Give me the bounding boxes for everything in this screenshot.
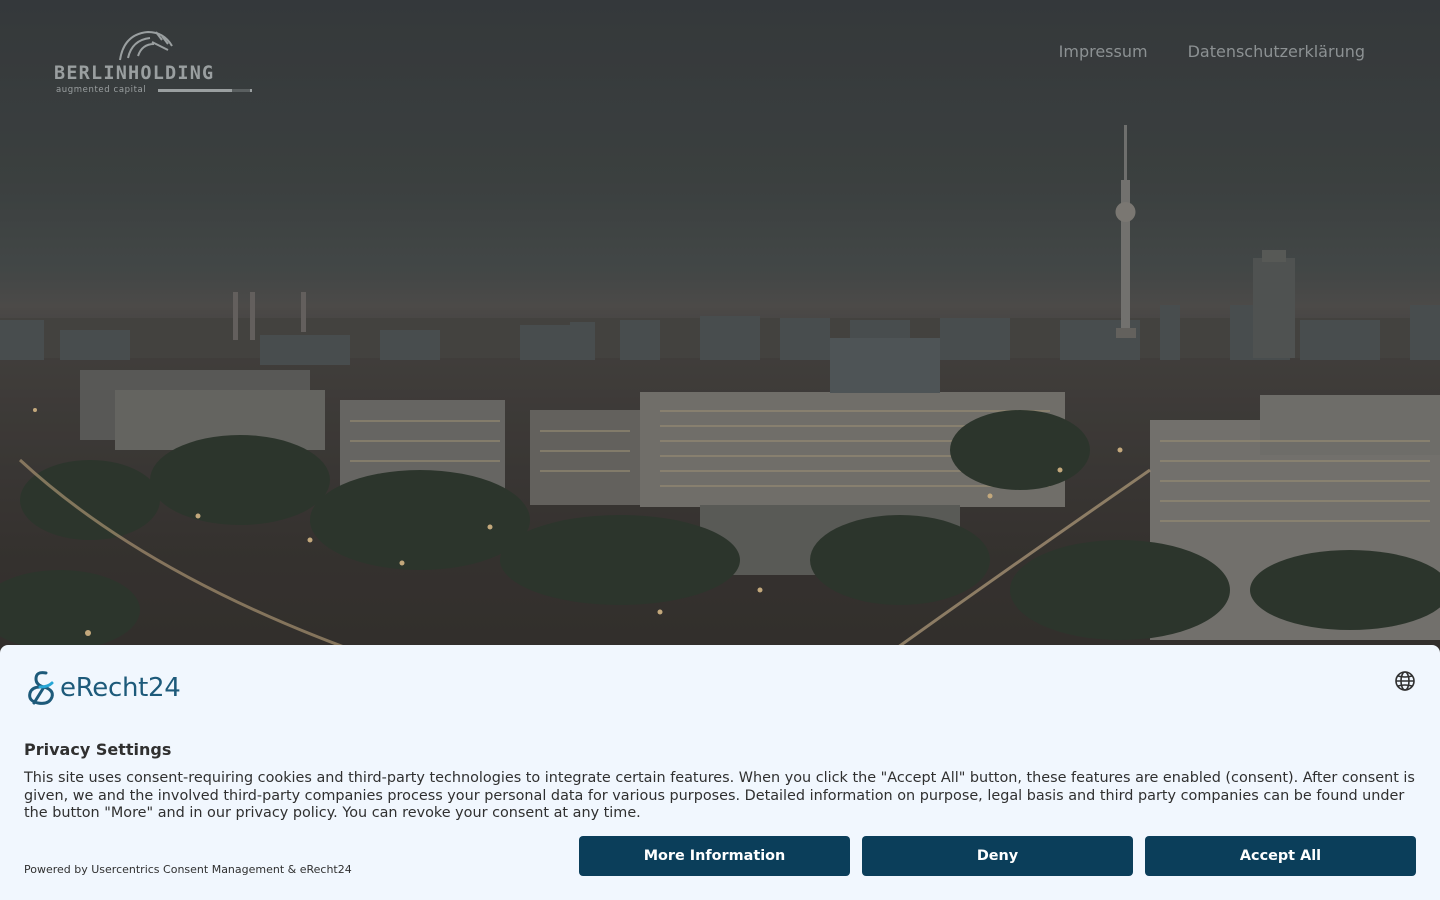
nav-link-datenschutz[interactable]: Datenschutzerklärung [1188, 42, 1365, 61]
top-navigation: Impressum Datenschutzerklärung [1059, 42, 1365, 61]
erecht24-brand: eRecht24 [24, 669, 181, 707]
logo-tagline: augmented capital [56, 85, 147, 95]
dome-logo-icon [119, 30, 173, 61]
berlinholding-logo[interactable]: BERLINHOLDING augmented capital [54, 28, 256, 98]
deny-button[interactable]: Deny [862, 836, 1133, 876]
logo-wordmark: BERLINHOLDING [54, 63, 215, 84]
logo-underline-accent [232, 89, 250, 92]
erecht24-wordmark: eRecht24 [60, 673, 181, 703]
privacy-consent-banner: eRecht24 Privacy Settings This site uses… [0, 645, 1440, 900]
more-information-button[interactable]: More Information [579, 836, 850, 876]
consent-description: This site uses consent-requiring cookies… [24, 770, 1415, 822]
accept-all-button[interactable]: Accept All [1145, 836, 1416, 876]
erecht24-logo-icon [28, 671, 54, 705]
nav-link-impressum[interactable]: Impressum [1059, 42, 1148, 61]
consent-title: Privacy Settings [24, 740, 172, 759]
powered-by-text[interactable]: Powered by Usercentrics Consent Manageme… [24, 863, 352, 876]
language-button[interactable] [1394, 670, 1416, 692]
globe-icon [1395, 671, 1415, 691]
